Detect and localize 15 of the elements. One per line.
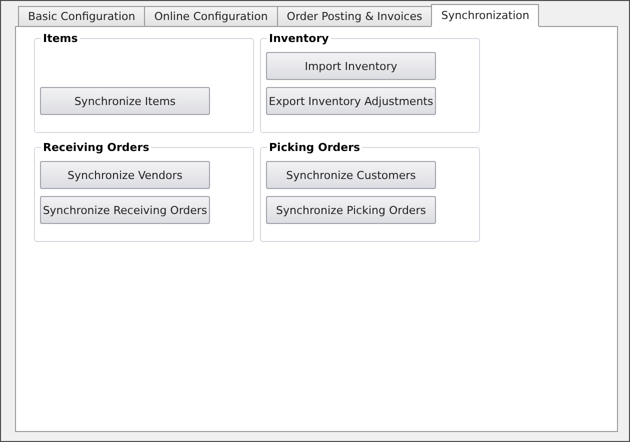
group-title: Inventory (267, 32, 331, 45)
tab[interactable]: Basic Configuration (18, 6, 146, 27)
sync-button[interactable]: Synchronize Picking Orders (266, 196, 436, 224)
sync-button[interactable]: Synchronize Items (40, 87, 210, 115)
sync-button[interactable]: Export Inventory Adjustments (266, 87, 436, 115)
group-title: Items (41, 32, 80, 45)
sync-button[interactable]: Import Inventory (266, 52, 436, 80)
tab[interactable]: Online Configuration (144, 6, 278, 27)
tab[interactable]: Synchronization (431, 4, 540, 27)
tab[interactable]: Order Posting & Invoices (276, 6, 432, 27)
group-title: Receiving Orders (41, 141, 152, 154)
sync-button[interactable]: Synchronize Receiving Orders (40, 196, 210, 224)
group-title: Picking Orders (267, 141, 362, 154)
sync-button[interactable]: Synchronize Customers (266, 161, 436, 189)
sync-button[interactable]: Synchronize Vendors (40, 161, 210, 189)
